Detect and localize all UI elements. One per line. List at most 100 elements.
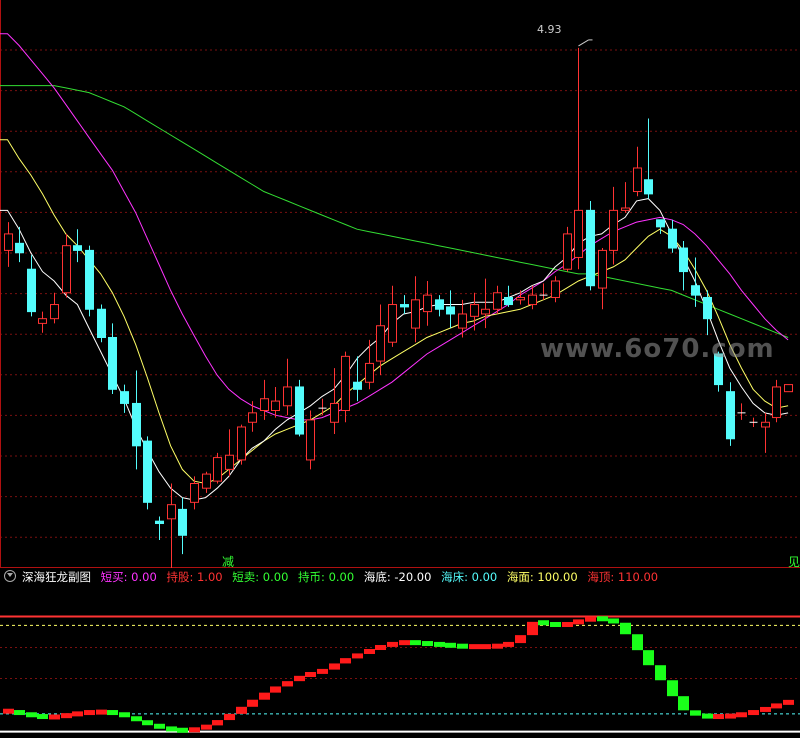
candle [493,285,502,314]
candle [737,403,746,420]
indicator-bar [783,699,794,705]
candle-body [563,233,572,270]
candle [85,245,94,317]
candle [388,285,397,347]
indicator-bar [410,640,421,646]
candle [341,351,350,423]
indicator-bar [678,696,689,711]
indicator-bar [247,699,258,707]
candle-body [633,167,642,193]
candle [726,382,735,446]
indicator-bar [201,724,212,730]
indicator-bar [725,713,736,719]
candle-body [656,219,665,228]
candle [586,200,595,291]
candle-body [341,355,350,412]
indicator-bar [399,640,410,646]
candle [598,248,607,310]
candle [679,240,688,291]
candle [365,339,374,390]
candle-body [283,386,292,407]
candle-body [260,398,269,411]
candle [202,471,211,493]
candle-body [295,386,304,435]
candle [772,379,781,423]
indicator-bar [643,650,654,666]
candle [97,304,106,343]
indicator-bar [771,703,782,709]
candle-body [27,268,36,313]
candle-body [772,386,781,419]
candle [132,370,141,470]
candle-body [237,426,246,461]
candle [120,384,129,413]
price-grid [0,0,800,568]
candle-body [609,209,618,251]
candle [423,281,432,326]
indicator-bar [305,672,316,678]
candle-body [528,294,537,306]
candle-body [679,247,688,273]
candle-body [353,381,362,390]
indicator-bar [503,641,514,647]
candle-body [621,207,630,211]
collapse-icon[interactable] [4,570,16,582]
indicator-bar [119,712,130,718]
indicator-bar [294,675,305,682]
candle-body [516,296,525,301]
ma-line-green [0,85,789,338]
legend-item: 海面: 100.00 [506,570,578,584]
indicator-bar [49,714,60,720]
candle [167,483,176,568]
indicator-bar [469,644,480,650]
candle-body [493,292,502,310]
candle-body [574,209,583,258]
candle [155,516,164,540]
candle [551,276,560,303]
indicator-bar [620,622,631,635]
indicator-bar [445,642,456,648]
candle-body [668,228,677,249]
candle-body [703,296,712,320]
candles [4,47,793,568]
candle [761,412,770,453]
indicator-bar [632,634,643,651]
candle-body [202,473,211,489]
candle [27,255,36,317]
candle-body [784,384,793,393]
indicator-bar [434,641,445,647]
candle [271,386,280,418]
legend-item: 海底: -20.00 [363,570,432,584]
candle-body [132,402,141,447]
indicator-chart [0,615,800,733]
candle [295,379,304,437]
candle-body [691,285,700,296]
indicator-bar [189,727,200,733]
candle [4,222,13,267]
indicator-bar [538,620,549,626]
candle [318,398,327,416]
candle [400,295,409,314]
candle-body [306,419,315,461]
indicator-bar [317,668,328,674]
indicator-bar [702,713,713,719]
candle-body [435,299,444,310]
candle [749,417,758,427]
candle-body [155,520,164,525]
candle-body [411,299,420,329]
indicator-bar [550,622,561,628]
candle [458,299,467,338]
indicator-bar [14,710,25,716]
candle [225,429,234,477]
candle [248,401,257,432]
indicator-bar [364,648,375,654]
candle-body [73,245,82,251]
indicator-bar [667,680,678,697]
candle [621,182,630,213]
candle-body [470,304,479,317]
signal-label: 减 [222,555,235,569]
watermark: www.6o70.com [540,334,775,364]
candle-body [365,362,374,383]
indicator-bar [597,616,608,622]
candle-body [248,412,257,423]
